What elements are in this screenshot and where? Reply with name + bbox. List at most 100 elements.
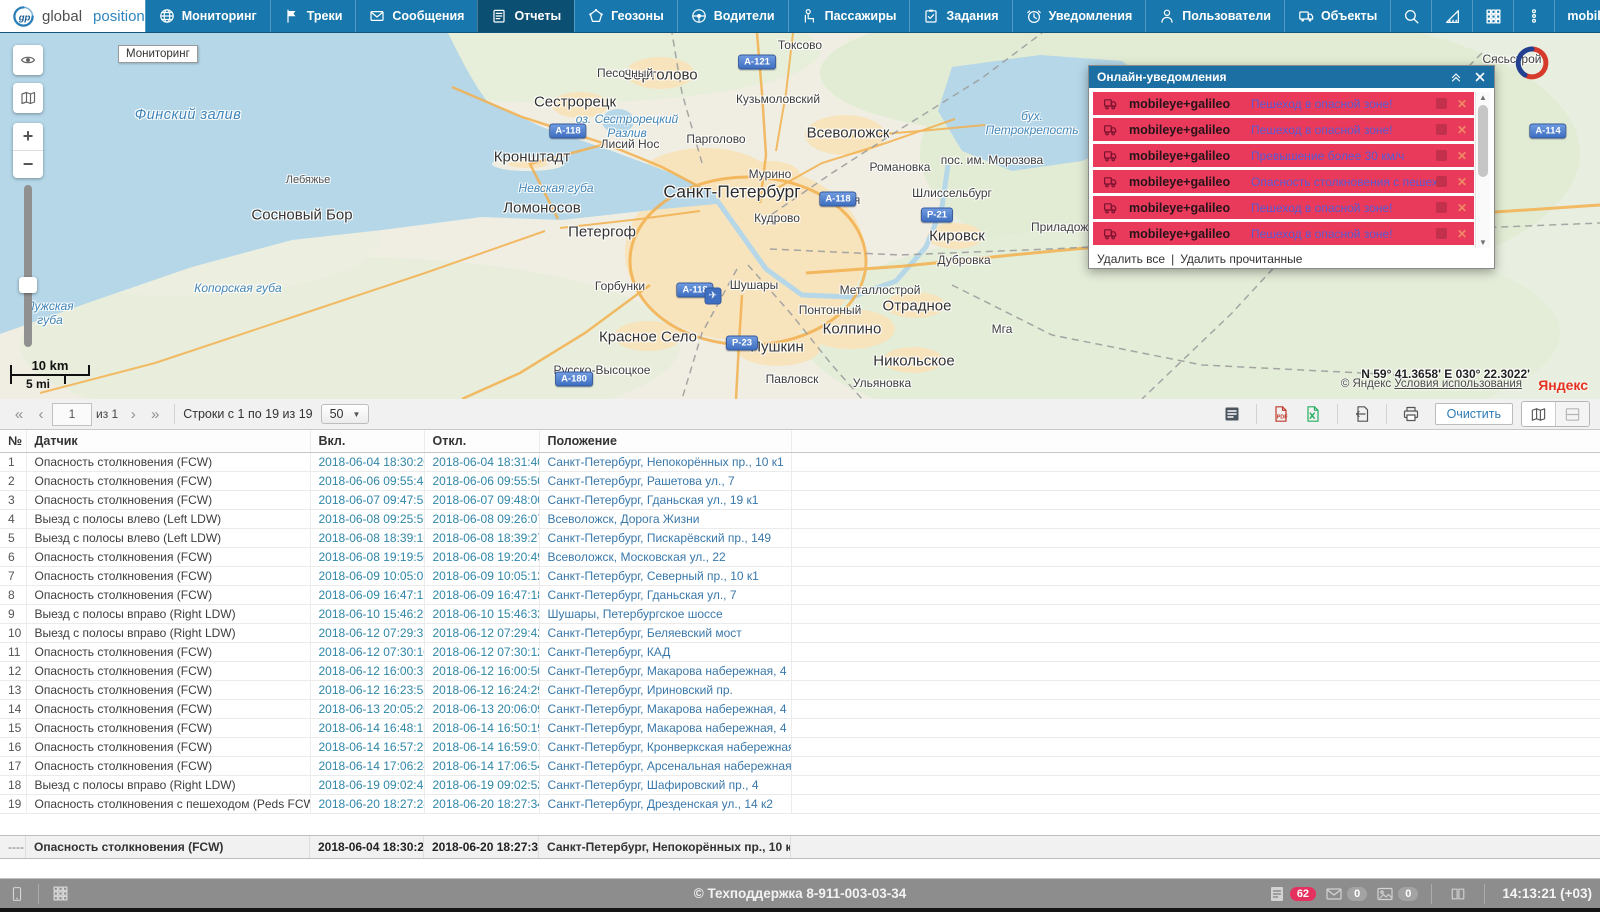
mark-read-icon[interactable] <box>1436 176 1447 187</box>
export-pdf-button[interactable]: PDF <box>1265 402 1297 426</box>
table-row[interactable]: 10Выезд с полосы вправо (Right LDW)2018-… <box>0 624 1600 643</box>
dismiss-icon[interactable]: ✕ <box>1457 228 1467 240</box>
zoom-slider-thumb[interactable] <box>19 277 37 293</box>
map-view-button[interactable] <box>1522 402 1555 426</box>
next-page-button[interactable]: › <box>122 406 144 423</box>
nav-item-reports[interactable]: Отчеты <box>477 0 574 32</box>
nav-item-label: Сообщения <box>392 9 464 23</box>
nav-item-messages[interactable]: Сообщения <box>355 0 477 32</box>
app-logo[interactable]: gp globalposition <box>0 0 145 32</box>
terms-link[interactable]: Условия использования <box>1394 378 1522 390</box>
page-number-input[interactable] <box>52 403 92 426</box>
status-media-button[interactable]: 0 <box>1376 885 1418 903</box>
notifications-scrollbar[interactable]: ▲ ▼ <box>1475 92 1490 248</box>
notification-row[interactable]: mobileye+galileoПешеход в опасной зоне!✕ <box>1093 222 1474 245</box>
header-on[interactable]: Вкл. <box>310 430 424 453</box>
table-row[interactable]: 7Опасность столкновения (FCW)2018-06-09 … <box>0 567 1600 586</box>
mark-read-icon[interactable] <box>1436 228 1447 239</box>
search-button[interactable] <box>1390 0 1431 32</box>
table-row[interactable]: 19Опасность столкновения с пешеходом (Pe… <box>0 795 1600 814</box>
zoom-slider-track[interactable] <box>24 185 32 347</box>
more-button[interactable] <box>1513 0 1554 32</box>
dismiss-icon[interactable]: ✕ <box>1457 124 1467 136</box>
nav-item-users[interactable]: Пользователи <box>1145 0 1284 32</box>
mark-read-icon[interactable] <box>1436 98 1447 109</box>
table-row[interactable]: 6Опасность столкновения (FCW)2018-06-08 … <box>0 548 1600 567</box>
mark-read-icon[interactable] <box>1436 124 1447 135</box>
mark-read-icon[interactable] <box>1436 202 1447 213</box>
first-page-button[interactable]: « <box>8 406 30 423</box>
nav-item-objects[interactable]: Объекты <box>1284 0 1390 32</box>
header-location[interactable]: Положение <box>539 430 791 453</box>
prev-page-button[interactable]: ‹ <box>30 406 52 423</box>
export-excel-button[interactable] <box>1297 402 1329 426</box>
notification-row[interactable]: mobileye+galileoОпасность столкновения с… <box>1093 170 1474 193</box>
notification-row[interactable]: mobileye+galileoПешеход в опасной зоне!✕ <box>1093 92 1474 115</box>
measure-button[interactable] <box>1431 0 1472 32</box>
nav-item-geozones[interactable]: Геозоны <box>574 0 677 32</box>
table-row[interactable]: 14Опасность столкновения (FCW)2018-06-13… <box>0 700 1600 719</box>
nav-item-tasks[interactable]: Задания <box>909 0 1011 32</box>
table-row[interactable]: 13Опасность столкновения (FCW)2018-06-12… <box>0 681 1600 700</box>
table-row[interactable]: 16Опасность столкновения (FCW)2018-06-14… <box>0 738 1600 757</box>
report-template-button[interactable] <box>1216 402 1248 426</box>
yandex-logo[interactable]: Яндекс <box>1538 377 1588 393</box>
header-sensor[interactable]: Датчик <box>26 430 310 453</box>
notification-row[interactable]: mobileye+galileoПешеход в опасной зоне!✕ <box>1093 118 1474 141</box>
table-row[interactable]: 12Опасность столкновения (FCW)2018-06-12… <box>0 662 1600 681</box>
close-icon[interactable] <box>1474 71 1486 83</box>
notifications-header[interactable]: Онлайн-уведомления <box>1089 66 1494 88</box>
mobile-view-button[interactable] <box>0 879 34 909</box>
notification-row[interactable]: mobileye+galileoПревышение более 30 км/ч… <box>1093 144 1474 167</box>
visibility-button[interactable] <box>13 45 43 75</box>
table-row[interactable]: 17Опасность столкновения (FCW)2018-06-14… <box>0 757 1600 776</box>
nav-item-notifications[interactable]: Уведомления <box>1012 0 1146 32</box>
nav-item-tracks[interactable]: Треки <box>270 0 356 32</box>
table-row[interactable]: 11Опасность столкновения (FCW)2018-06-12… <box>0 643 1600 662</box>
apps-panel-button[interactable] <box>43 879 77 909</box>
table-row[interactable]: 15Опасность столкновения (FCW)2018-06-14… <box>0 719 1600 738</box>
zoom-out-button[interactable]: − <box>13 151 43 178</box>
table-row[interactable]: 2Опасность столкновения (FCW)2018-06-06 … <box>0 472 1600 491</box>
truck-alert-icon <box>1103 175 1117 189</box>
apps-button[interactable] <box>1472 0 1513 32</box>
scroll-up-icon[interactable]: ▲ <box>1476 93 1490 102</box>
scroll-down-icon[interactable]: ▼ <box>1476 238 1490 247</box>
user-menu[interactable]: mobileye <box>1554 0 1600 32</box>
nav-item-monitoring[interactable]: Мониторинг <box>145 0 270 32</box>
doc-lines-icon <box>1268 885 1286 903</box>
header-off[interactable]: Откл. <box>424 430 539 453</box>
dismiss-icon[interactable]: ✕ <box>1457 150 1467 162</box>
table-row[interactable]: 8Опасность столкновения (FCW)2018-06-09 … <box>0 586 1600 605</box>
journal-button[interactable] <box>1445 879 1471 909</box>
layers-button[interactable] <box>13 83 43 113</box>
table-row[interactable]: 5Выезд с полосы влево (Left LDW)2018-06-… <box>0 529 1600 548</box>
header-num[interactable]: № <box>0 430 26 453</box>
table-row[interactable]: 4Выезд с полосы влево (Left LDW)2018-06-… <box>0 510 1600 529</box>
mark-read-icon[interactable] <box>1436 150 1447 161</box>
status-reports-button[interactable]: 62 <box>1268 885 1316 903</box>
split-view-button[interactable] <box>1555 402 1589 426</box>
status-messages-button[interactable]: 0 <box>1325 885 1367 903</box>
print-button[interactable] <box>1395 402 1427 426</box>
dismiss-icon[interactable]: ✕ <box>1457 176 1467 188</box>
nav-item-passengers[interactable]: Пассажиры <box>788 0 910 32</box>
zoom-in-button[interactable]: + <box>13 123 43 151</box>
collapse-icon[interactable] <box>1450 71 1462 83</box>
table-row[interactable]: 3Опасность столкновения (FCW)2018-06-07 … <box>0 491 1600 510</box>
nav-item-drivers[interactable]: Водители <box>677 0 788 32</box>
zoom-slider[interactable] <box>21 185 35 347</box>
notification-row[interactable]: mobileye+galileoПешеход в опасной зоне!✕ <box>1093 196 1474 219</box>
dismiss-icon[interactable]: ✕ <box>1457 202 1467 214</box>
last-page-button[interactable]: » <box>144 406 166 423</box>
page-size-select[interactable]: 50 ▼ <box>321 404 370 424</box>
import-button[interactable] <box>1346 402 1378 426</box>
table-row[interactable]: 9Выезд с полосы вправо (Right LDW)2018-0… <box>0 605 1600 624</box>
delete-all-link[interactable]: Удалить все <box>1097 252 1165 266</box>
dismiss-icon[interactable]: ✕ <box>1457 98 1467 110</box>
scrollbar-thumb[interactable] <box>1478 105 1488 177</box>
delete-read-link[interactable]: Удалить прочитанные <box>1180 252 1302 266</box>
table-row[interactable]: 1Опасность столкновения (FCW)2018-06-04 … <box>0 453 1600 472</box>
clear-button[interactable]: Очистить <box>1435 403 1513 425</box>
table-row[interactable]: 18Выезд с полосы вправо (Right LDW)2018-… <box>0 776 1600 795</box>
